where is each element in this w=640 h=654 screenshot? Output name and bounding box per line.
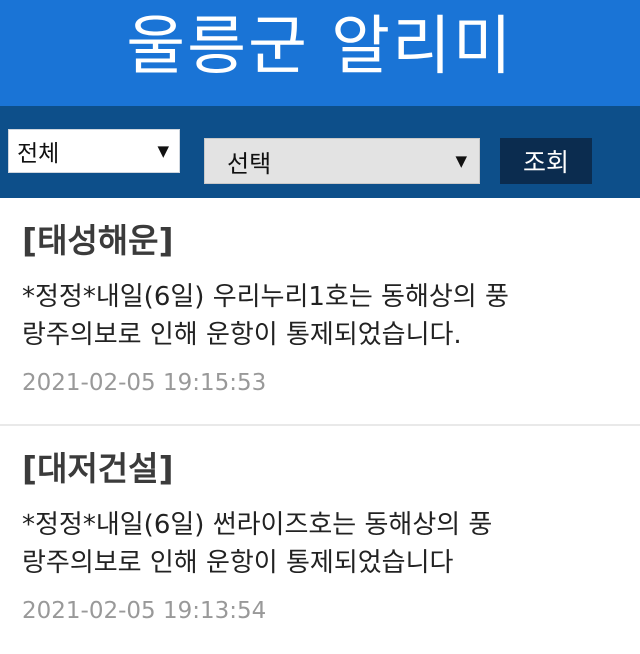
option-select-value: 선택 — [227, 149, 272, 178]
app-header: 울릉군 알리미 — [0, 0, 640, 106]
notice-list: [태성해운] *정정*내일(6일) 우리누리1호는 동해상의 풍 랑주의보로 인… — [0, 198, 640, 654]
notice-text-line: *정정*내일(6일) 썬라이즈호는 동해상의 풍 — [22, 510, 493, 540]
notice-item[interactable]: [태성해운] *정정*내일(6일) 우리누리1호는 동해상의 풍 랑주의보로 인… — [0, 198, 640, 426]
search-button[interactable]: 조회 — [500, 138, 592, 184]
notice-item[interactable]: [대저건설] *정정*내일(6일) 썬라이즈호는 동해상의 풍 랑주의보로 인해… — [0, 426, 640, 654]
category-select-value: 전체 — [17, 141, 60, 167]
option-select[interactable]: 선택 ▼ — [204, 138, 480, 184]
caret-down-icon: ▼ — [157, 142, 169, 160]
notice-timestamp: 2021-02-05 19:13:54 — [22, 598, 267, 624]
notice-text-line: *정정*내일(6일) 우리누리1호는 동해상의 풍 — [22, 282, 509, 312]
app-title: 울릉군 알리미 — [126, 10, 514, 84]
notice-company: [대저건설] — [22, 449, 174, 488]
category-select[interactable]: 전체 ▼ — [8, 129, 180, 173]
notice-timestamp: 2021-02-05 19:15:53 — [22, 370, 267, 396]
caret-down-icon: ▼ — [455, 152, 467, 170]
notice-text: *정정*내일(6일) 썬라이즈호는 동해상의 풍 랑주의보로 인해 운항이 통제… — [22, 506, 618, 582]
filter-bar: 전체 ▼ 선택 ▼ 조회 — [0, 106, 640, 198]
notice-text: *정정*내일(6일) 우리누리1호는 동해상의 풍 랑주의보로 인해 운항이 통… — [22, 278, 618, 354]
notice-text-line: 랑주의보로 인해 운항이 통제되었습니다. — [22, 320, 462, 350]
notice-company: [태성해운] — [22, 221, 174, 260]
notice-text-line: 랑주의보로 인해 운항이 통제되었습니다 — [22, 548, 454, 578]
